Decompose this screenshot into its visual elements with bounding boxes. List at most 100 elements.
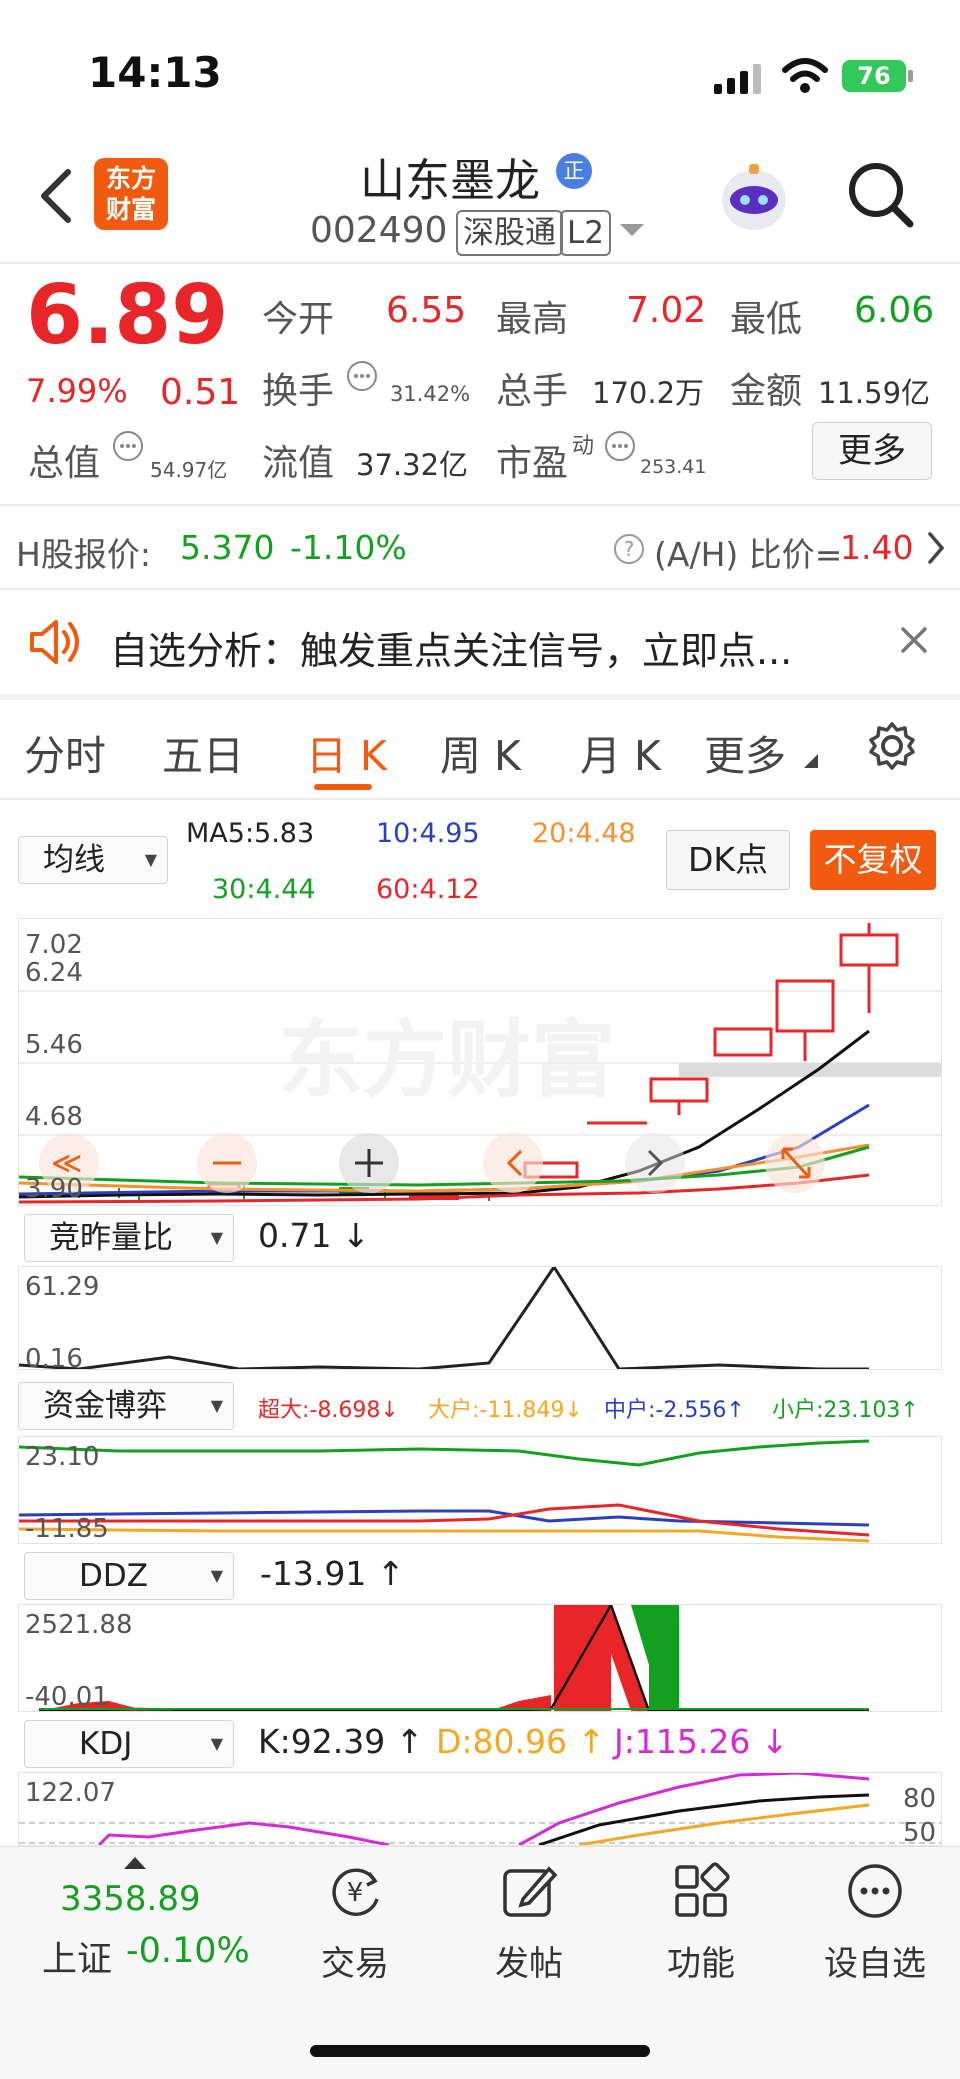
- yuan-exchange-icon: ¥: [332, 1868, 379, 1916]
- high-value: 7.02: [626, 290, 707, 331]
- bottom-bar: 3358.89 上证 -0.10% ¥ 交易 发帖 功能 设自选: [0, 1846, 960, 2079]
- ma60-value: 60:4.12: [376, 874, 480, 905]
- index-quote[interactable]: 3358.89 上证 -0.10%: [30, 1857, 250, 1980]
- indicator1-y-top: 61.29: [25, 1272, 99, 1302]
- app-logo[interactable]: 东方 财富: [94, 158, 168, 230]
- mktcap-value: 54.97亿: [150, 458, 228, 482]
- indicator4-selector[interactable]: KDJ ▼: [24, 1720, 234, 1768]
- search-icon[interactable]: [846, 160, 916, 230]
- help-icon[interactable]: ?: [612, 532, 646, 566]
- stock-code: 002490: [310, 210, 448, 251]
- ah-ratio-label: (A/H) 比价=: [654, 535, 843, 574]
- battery-level: 76: [857, 62, 891, 90]
- indicator3-selector[interactable]: DDZ ▼: [24, 1552, 234, 1600]
- indicator1-value: 0.71 ↓: [258, 1216, 370, 1255]
- indicator4-chart[interactable]: 122.07 80 50: [18, 1772, 942, 1846]
- tab-rik[interactable]: 日 K: [306, 722, 387, 782]
- more-button[interactable]: 更多: [812, 422, 932, 480]
- kline-chart[interactable]: 东方财富 ≪ 7.02 6.24 5.46 4.68 3.90: [18, 918, 942, 1206]
- nav-function-label: 功能: [667, 1944, 735, 1984]
- ind2-large: 大户:-11.849↓: [428, 1398, 583, 1423]
- back-arrow-icon[interactable]: [38, 168, 74, 224]
- chevron-down-icon: ▼: [210, 1228, 223, 1247]
- chevron-down-icon: ▼: [210, 1396, 223, 1415]
- indicator1-selector[interactable]: 竞昨量比 ▼: [24, 1214, 234, 1262]
- kline-y-label-3: 4.68: [25, 1102, 83, 1132]
- chevron-down-icon: ▼: [210, 1566, 223, 1585]
- indicator4-y-top: 122.07: [25, 1778, 116, 1808]
- open-label: 今开: [262, 299, 335, 340]
- index-name: 上证: [42, 1940, 113, 1980]
- active-tab-underline: [314, 784, 372, 790]
- kdj-ref-80: 80: [903, 1784, 936, 1814]
- high-label: 最高: [496, 299, 569, 340]
- indicator1-svg: 61.29 0.16: [19, 1267, 869, 1369]
- info-dots-icon[interactable]: [604, 430, 636, 462]
- ma30-value: 30:4.44: [212, 874, 316, 905]
- indicator2-chart[interactable]: 23.10 -11.85: [18, 1436, 942, 1544]
- more-dots-icon: [848, 1864, 902, 1918]
- index-value: 3358.89: [60, 1879, 201, 1919]
- current-price: 6.89: [26, 268, 229, 363]
- indicator2-svg: 23.10 -11.85: [19, 1439, 870, 1543]
- nav-function[interactable]: 功能: [646, 1861, 756, 1985]
- pe-superscript: 动: [572, 434, 595, 459]
- tab-wuri[interactable]: 五日: [162, 722, 244, 782]
- turnover-value: 31.42%: [390, 382, 471, 406]
- nav-trade[interactable]: ¥ 交易: [300, 1861, 410, 1985]
- robot-assistant-icon[interactable]: [716, 160, 792, 236]
- indicator3-chart[interactable]: 2521.88 -40.01: [18, 1604, 942, 1712]
- indicator1-value-text: 0.71: [258, 1216, 332, 1255]
- speaker-icon: [30, 620, 79, 664]
- ma10-value: 10:4.95: [376, 818, 480, 849]
- ind2-super-text: 超大:-8.698: [258, 1398, 381, 1423]
- battery-icon: 76: [842, 60, 906, 92]
- change-value: 0.51: [160, 372, 241, 413]
- amount-value: 11.59亿: [818, 376, 931, 410]
- close-icon[interactable]: [900, 626, 928, 654]
- svg-text:¥: ¥: [347, 1878, 364, 1908]
- arrow-down-icon: ↓: [341, 1216, 370, 1255]
- dropdown-triangle-icon[interactable]: [620, 224, 644, 238]
- kline-watermark: 东方财富: [279, 1011, 615, 1109]
- indicator2-y-bottom: -11.85: [25, 1514, 109, 1543]
- chevron-right-icon[interactable]: [926, 530, 946, 566]
- open-value: 6.55: [386, 290, 467, 331]
- gear-icon[interactable]: [866, 720, 918, 772]
- kdj-ref-50: 50: [903, 1818, 936, 1845]
- tab-fenshi[interactable]: 分时: [24, 722, 106, 782]
- tab-more[interactable]: 更多: [704, 722, 786, 782]
- kdj-k: K:92.39 ↑: [258, 1722, 424, 1761]
- arrow-up-icon: ↑: [376, 1554, 405, 1593]
- ma-selector[interactable]: 均线 ▼: [18, 836, 168, 884]
- home-indicator: [310, 2045, 650, 2057]
- nav-trade-label: 交易: [321, 1944, 389, 1984]
- fq-button[interactable]: 不复权: [810, 830, 936, 890]
- ind2-large-text: 大户:-11.849: [428, 1398, 565, 1423]
- dk-button[interactable]: DK点: [666, 830, 790, 890]
- ma20-value: 20:4.48: [532, 818, 636, 849]
- tag-shenguotong[interactable]: 深股通: [456, 210, 563, 256]
- nav-add-watchlist[interactable]: 设自选: [810, 1861, 940, 1985]
- hshare-label: H股报价:: [16, 535, 151, 574]
- svg-text:?: ?: [624, 537, 635, 561]
- indicator1-chart[interactable]: 61.29 0.16: [18, 1266, 942, 1370]
- battery-tip: [908, 70, 913, 82]
- indicator2-selector[interactable]: 资金博弈 ▼: [18, 1382, 234, 1430]
- pe-value: 253.41: [640, 456, 707, 478]
- kdj-k-text: K:92.39: [258, 1722, 386, 1761]
- nav-post[interactable]: 发帖: [474, 1861, 584, 1985]
- edit-icon: [503, 1866, 558, 1917]
- indicator3-label: DDZ: [79, 1558, 148, 1594]
- info-dots-icon[interactable]: [346, 360, 378, 392]
- indicator4-label: KDJ: [79, 1726, 133, 1762]
- chevron-down-icon: ▼: [210, 1734, 223, 1753]
- tab-zhouk[interactable]: 周 K: [440, 722, 521, 782]
- info-dots-icon[interactable]: [112, 430, 144, 462]
- indicator2-label: 资金博弈: [43, 1388, 167, 1424]
- turnover-label: 换手: [262, 371, 335, 412]
- tab-yuek[interactable]: 月 K: [580, 722, 661, 782]
- tag-l2[interactable]: L2: [560, 210, 611, 256]
- indicator1-y-bottom: 0.16: [25, 1344, 83, 1369]
- dropdown-corner-icon: [804, 754, 818, 768]
